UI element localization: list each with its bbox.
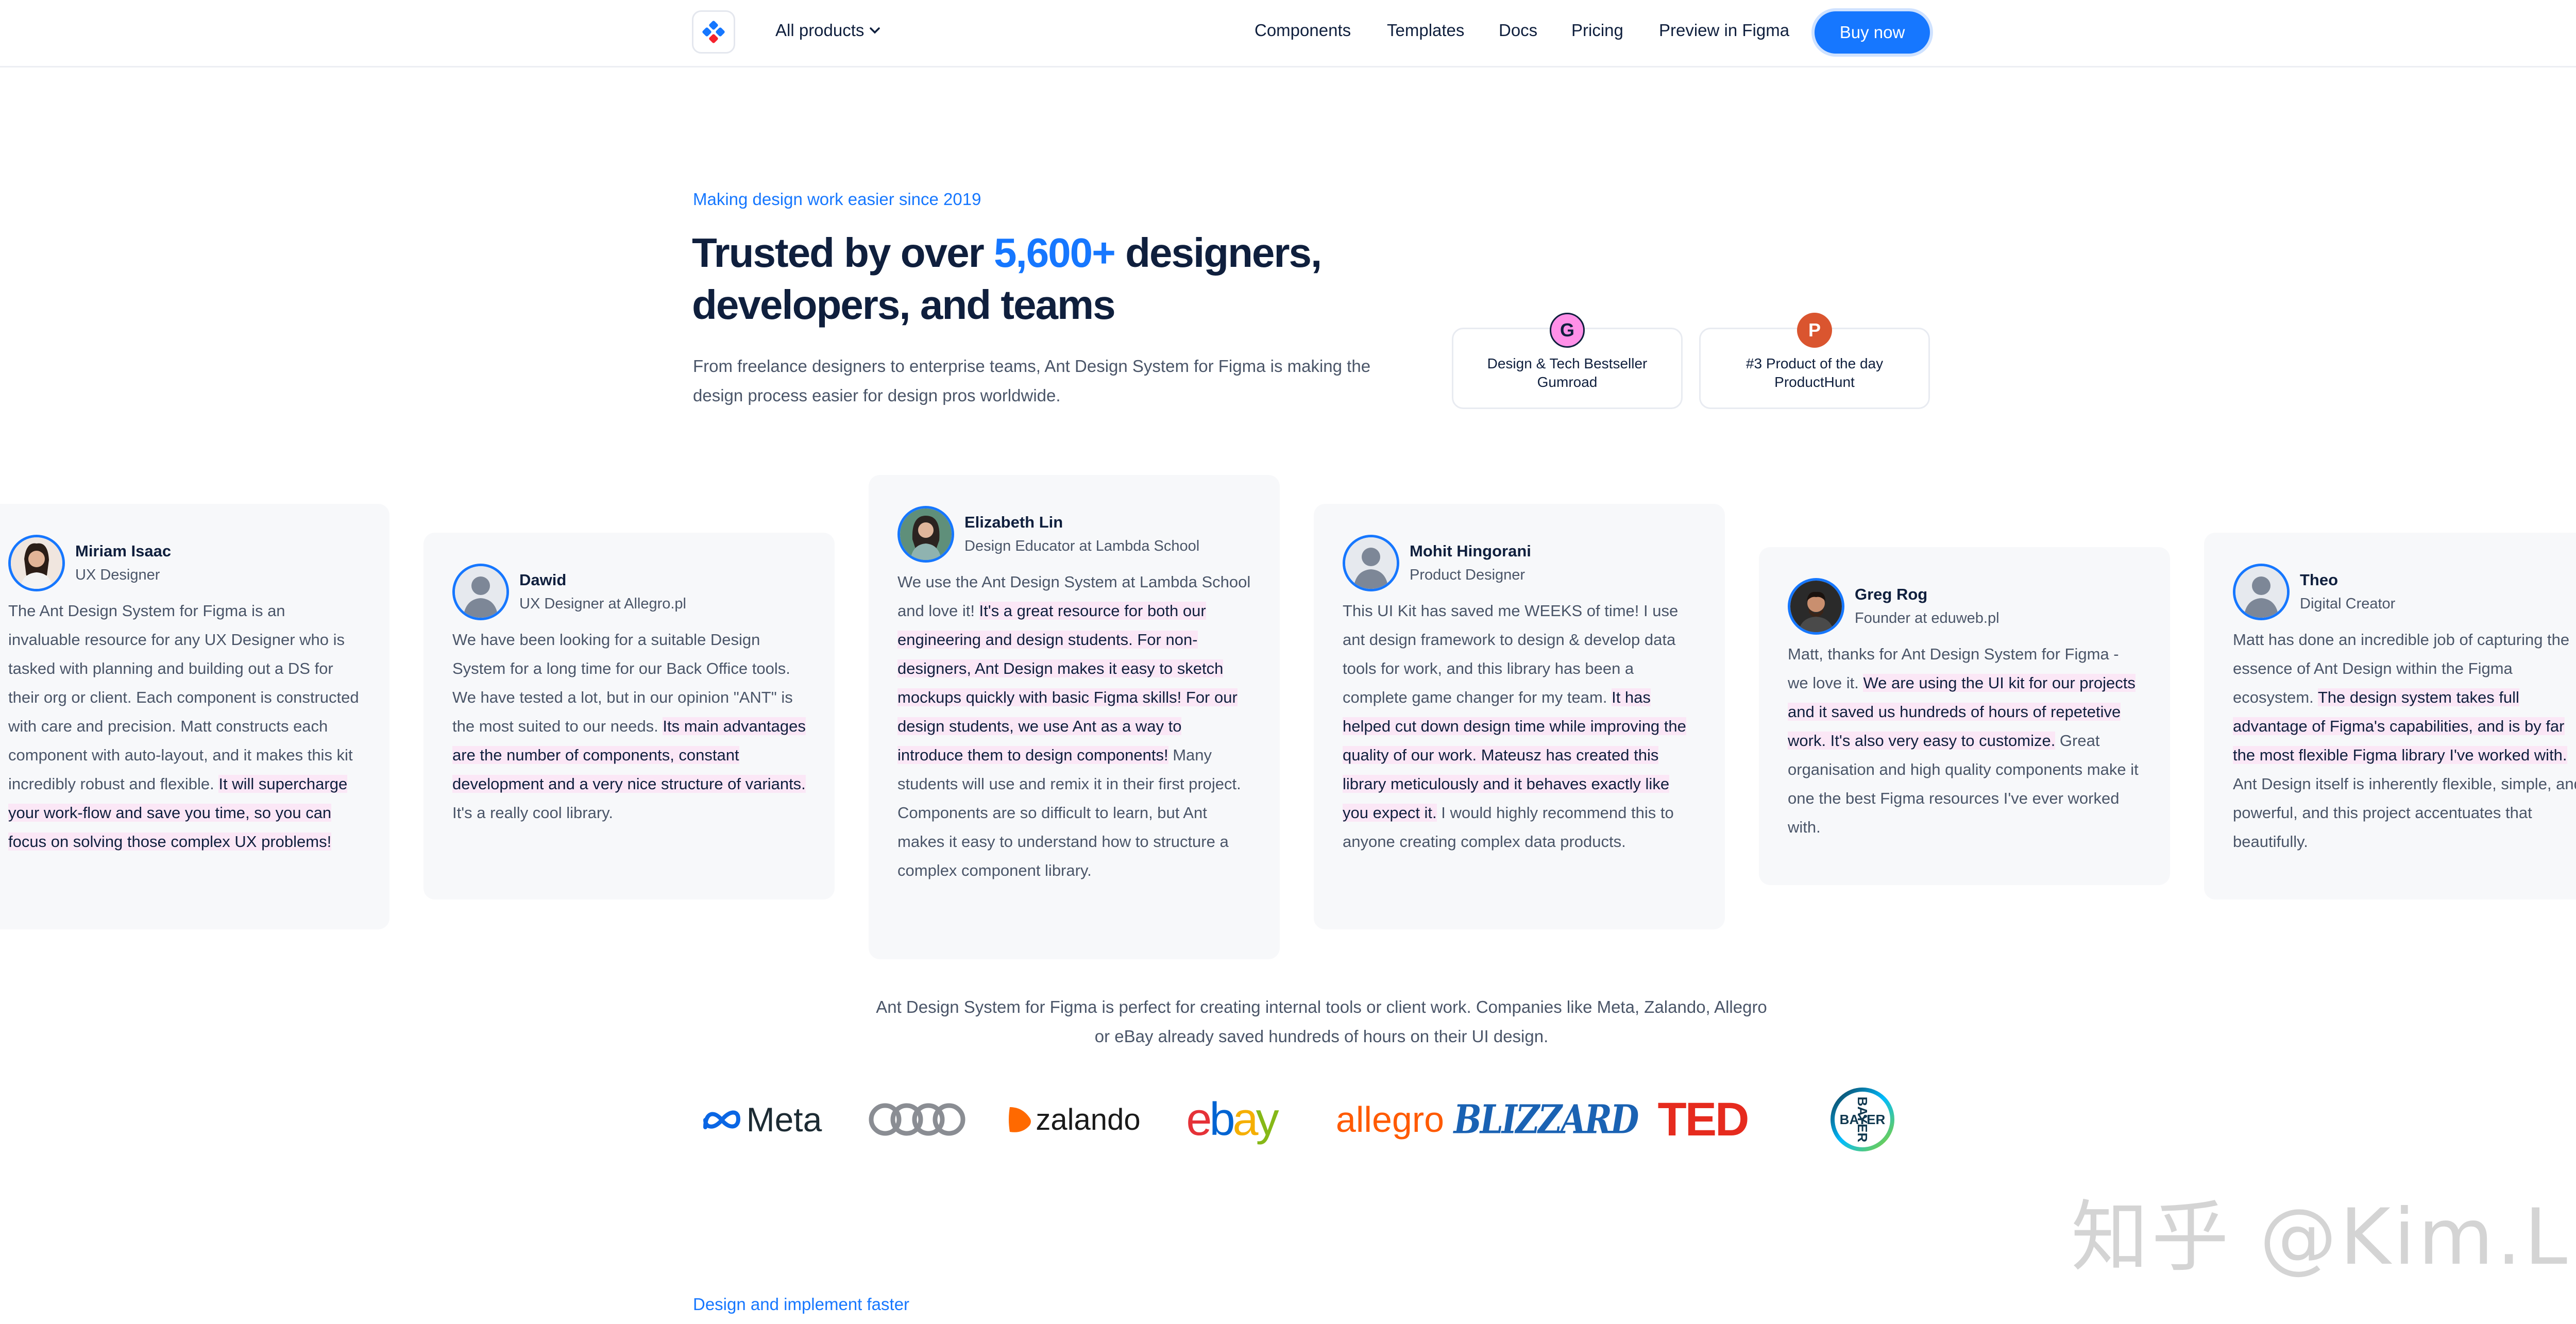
zalando-logo: zalando	[1006, 1092, 1141, 1147]
person-name: Mohit Hingorani	[1410, 542, 1531, 560]
allegro-logo: allegro	[1334, 1092, 1446, 1147]
award-gumroad: G Design & Tech Bestseller Gumroad	[1452, 313, 1683, 409]
all-products-label: All products	[775, 21, 865, 40]
hero-description: From freelance designers to enterprise t…	[693, 357, 1371, 405]
buy-now-button[interactable]: Buy now	[1815, 11, 1930, 54]
headline-part-1: Trusted by over	[692, 230, 994, 276]
person-role: Founder at eduweb.pl	[1855, 610, 1999, 626]
quote-tail: Ant Design itself is inherently flexible…	[2233, 775, 2576, 851]
person-role: UX Designer	[75, 567, 160, 583]
person-name: Miriam Isaac	[75, 542, 172, 560]
producthunt-icon: P	[1797, 313, 1832, 348]
watermark: 知乎 @Kim.Li	[2071, 1193, 2576, 1282]
hero-eyebrow: Making design work easier since 2019	[693, 190, 981, 209]
person-role: Product Designer	[1410, 567, 1526, 583]
next-section-eyebrow: Design and implement faster	[693, 1295, 910, 1314]
meta-wordmark: Meta	[746, 1100, 822, 1139]
zalando-flag-icon	[1009, 1107, 1031, 1132]
companies-description: Ant Design System for Figma is perfect f…	[876, 997, 1767, 1046]
avatar	[897, 506, 954, 563]
testimonial-card-elizabeth-lin: Elizabeth Lin Design Educator at Lambda …	[869, 475, 1280, 959]
testimonial-quote: The Ant Design System for Figma is an in…	[8, 597, 361, 856]
person-role: Design Educator at Lambda School	[964, 538, 1200, 554]
blizzard-wordmark: BLIZZARD	[1453, 1096, 1639, 1143]
award-producthunt-line2: ProductHunt	[1774, 374, 1855, 390]
ebay-wordmark: ebay	[1186, 1093, 1279, 1145]
award-producthunt-line1: #3 Product of the day	[1745, 355, 1884, 371]
ted-logo: TED	[1649, 1092, 1757, 1147]
testimonial-quote: Matt, thanks for Ant Design System for F…	[1788, 640, 2141, 842]
testimonial-card-theo: Theo Digital Creator Matt has done an in…	[2204, 533, 2576, 899]
person-name: Elizabeth Lin	[964, 513, 1063, 531]
gumroad-icon: G	[1550, 313, 1585, 348]
person-role: Digital Creator	[2300, 596, 2396, 612]
testimonial-card-mohit-hingorani: Mohit Hingorani Product Designer This UI…	[1314, 504, 1725, 929]
chevron-down-icon	[870, 27, 880, 34]
avatar	[452, 564, 509, 620]
allegro-wordmark: allegro	[1335, 1099, 1445, 1140]
quote-text: The Ant Design System for Figma is an in…	[8, 602, 359, 793]
award-gumroad-line1: Design & Tech Bestseller	[1487, 355, 1648, 371]
nav-link-templates[interactable]: Templates	[1387, 21, 1464, 40]
headline-accent-count: 5,600+	[993, 230, 1116, 276]
testimonial-quote: This UI Kit has saved me WEEKS of time! …	[1343, 597, 1696, 856]
audi-logo	[866, 1092, 969, 1147]
svg-text:BAYER: BAYER	[1855, 1097, 1870, 1143]
testimonial-quote: We have been looking for a suitable Desi…	[452, 625, 806, 827]
nav-link-docs[interactable]: Docs	[1499, 21, 1537, 40]
ebay-logo: ebay	[1180, 1092, 1283, 1147]
avatar	[1788, 578, 1844, 635]
testimonial-quote: We use the Ant Design System at Lambda S…	[897, 568, 1251, 885]
testimonial-card-greg-rog: Greg Rog Founder at eduweb.pl Matt, than…	[1759, 547, 2170, 885]
meta-logo: Meta	[692, 1092, 831, 1147]
top-nav: All products Components Templates Docs P…	[0, 0, 2576, 67]
meta-infinity-icon	[703, 1110, 740, 1129]
person-name: Dawid	[519, 571, 567, 589]
award-producthunt: P #3 Product of the day ProductHunt	[1699, 313, 1930, 409]
audi-rings-icon	[869, 1103, 965, 1136]
nav-link-pricing[interactable]: Pricing	[1571, 21, 1623, 40]
avatar	[2233, 564, 2290, 620]
quote-highlight: It's a great resource for both our engin…	[897, 602, 1238, 764]
person-name: Theo	[2300, 571, 2338, 589]
all-products-dropdown[interactable]: All products	[775, 21, 880, 40]
quote-tail: It's a really cool library.	[452, 804, 613, 822]
award-gumroad-line2: Gumroad	[1537, 374, 1598, 390]
quote-tail: Many students will use and remix it in t…	[897, 746, 1241, 879]
testimonial-card-miriam-isaac: Miriam Isaac UX Designer The Ant Design …	[0, 504, 389, 929]
ant-design-logo[interactable]	[692, 10, 735, 54]
nav-link-components[interactable]: Components	[1255, 21, 1351, 40]
quote-highlight: It has helped cut down design time while…	[1343, 688, 1686, 822]
testimonial-quote: Matt has done an incredible job of captu…	[2233, 625, 2576, 856]
bayer-logo: BAYER BAYER	[1828, 1088, 1897, 1151]
hero-headline: Trusted by over 5,600+ designers, develo…	[692, 227, 1413, 331]
bayer-cross-icon: BAYER BAYER	[1831, 1088, 1894, 1151]
avatar	[8, 535, 65, 591]
person-name: Greg Rog	[1855, 585, 1928, 603]
blizzard-logo: BLIZZARD	[1454, 1092, 1639, 1147]
testimonial-card-dawid: Dawid UX Designer at Allegro.pl We have …	[423, 533, 835, 899]
person-role: UX Designer at Allegro.pl	[519, 596, 686, 612]
avatar	[1343, 535, 1399, 591]
ant-logo-icon	[702, 21, 725, 43]
ted-wordmark: TED	[1657, 1093, 1750, 1146]
nav-link-preview-in-figma[interactable]: Preview in Figma	[1659, 21, 1789, 40]
zalando-wordmark: zalando	[1036, 1102, 1141, 1136]
